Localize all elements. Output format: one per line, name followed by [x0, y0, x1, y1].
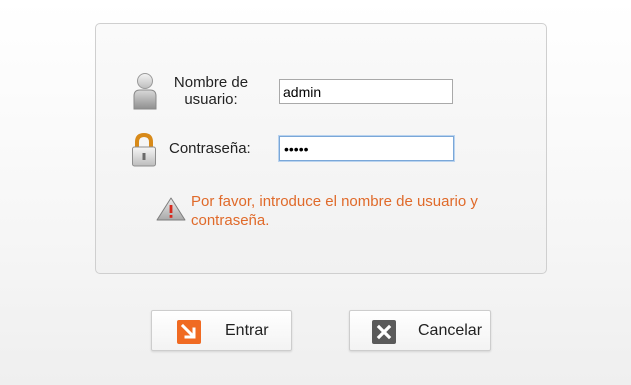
warning-message: Por favor, introduce el nombre de usuari… — [191, 193, 478, 229]
username-input[interactable] — [279, 79, 453, 104]
enter-arrow-icon — [177, 320, 201, 344]
enter-button-label: Entrar — [225, 322, 269, 339]
warning-icon — [155, 196, 187, 222]
password-label: Contraseña: — [169, 140, 251, 157]
enter-button[interactable]: Entrar — [151, 310, 292, 351]
login-panel: Nombre de usuario: Contraseña: — [95, 23, 547, 274]
user-icon — [131, 71, 159, 111]
lock-icon — [130, 132, 158, 168]
cancel-button-label: Cancelar — [418, 322, 483, 339]
password-input[interactable] — [279, 136, 454, 161]
close-icon — [372, 320, 396, 344]
username-label: Nombre de usuario: — [173, 74, 249, 108]
cancel-button[interactable]: Cancelar — [349, 310, 491, 351]
